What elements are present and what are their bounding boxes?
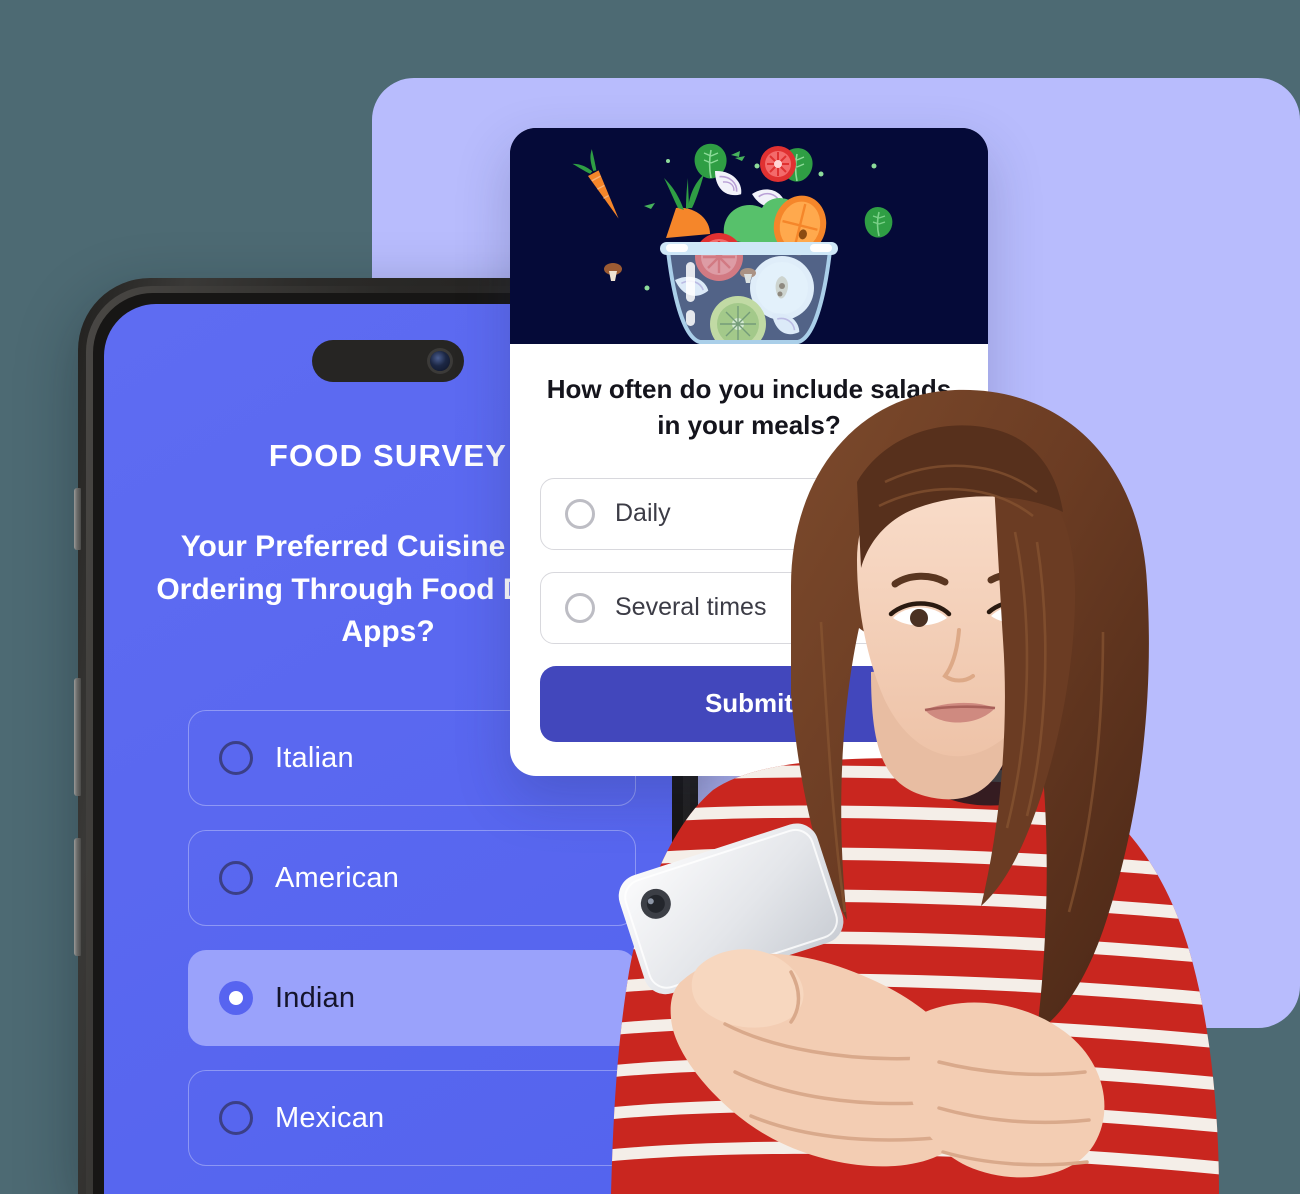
option-label: Mexican (275, 1101, 385, 1134)
radio-icon (565, 498, 595, 529)
radio-icon (219, 741, 253, 775)
salad-bowl-illustration (510, 128, 988, 344)
front-camera-icon (430, 351, 450, 371)
card-option-daily[interactable]: Daily (540, 477, 958, 550)
radio-selected-icon (219, 981, 253, 1015)
radio-icon (219, 861, 253, 895)
dynamic-island (312, 340, 464, 382)
option-label: Indian (275, 981, 356, 1014)
card-option-several-times[interactable]: Several times (540, 571, 958, 644)
survey-card: How often do you include salads in your … (510, 128, 988, 776)
card-body: How often do you include salads in your … (510, 344, 988, 772)
phone-options-list: Italian American Indian Mexican (188, 710, 636, 1190)
phone-volume-down-button[interactable] (74, 838, 81, 956)
phone-volume-up-button[interactable] (74, 678, 81, 796)
radio-icon (219, 1101, 253, 1135)
card-question: How often do you include salads in your … (546, 374, 952, 440)
card-option-label: Several times (615, 593, 767, 622)
option-american[interactable]: American (188, 830, 636, 926)
card-option-label: Daily (615, 499, 671, 528)
option-label: Italian (275, 741, 354, 774)
option-mexican[interactable]: Mexican (188, 1070, 636, 1166)
option-indian[interactable]: Indian (188, 950, 636, 1046)
radio-icon (565, 592, 595, 623)
option-label: American (275, 861, 400, 894)
phone-mute-switch[interactable] (74, 488, 81, 550)
submit-button[interactable]: Submit (540, 665, 958, 742)
